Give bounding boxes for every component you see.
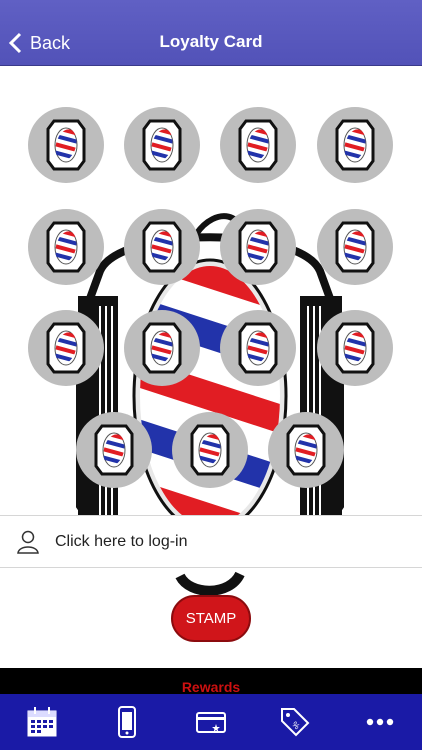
tab-bar: % bbox=[0, 694, 422, 750]
tab-tag[interactable]: % bbox=[265, 700, 325, 744]
card-icon bbox=[195, 712, 226, 733]
barber-pole-icon bbox=[335, 322, 375, 374]
barber-pole-icon bbox=[335, 221, 375, 273]
stamp-slot[interactable] bbox=[124, 209, 200, 285]
barber-pole-icon bbox=[142, 221, 182, 273]
login-label: Click here to log-in bbox=[55, 532, 188, 550]
tab-calendar[interactable] bbox=[12, 700, 72, 744]
barber-pole-icon bbox=[335, 119, 375, 171]
page-title: Loyalty Card bbox=[159, 32, 263, 51]
login-row[interactable]: Click here to log-in bbox=[0, 515, 422, 568]
stamp-slot[interactable] bbox=[317, 209, 393, 285]
tag-icon: % bbox=[281, 708, 310, 737]
tab-more[interactable] bbox=[350, 700, 410, 744]
stamp-slot[interactable] bbox=[124, 310, 200, 386]
stamp-slot[interactable] bbox=[268, 412, 344, 488]
stamp-button[interactable]: STAMP bbox=[171, 595, 251, 642]
stamp-slot[interactable] bbox=[220, 107, 296, 183]
stamp-slot[interactable] bbox=[28, 209, 104, 285]
user-icon bbox=[17, 530, 39, 554]
rewards-bar[interactable]: Rewards bbox=[0, 668, 422, 694]
barber-pole-icon bbox=[46, 322, 86, 374]
barber-pole-icon bbox=[190, 424, 230, 476]
barber-pole-icon bbox=[238, 322, 278, 374]
barber-pole-icon bbox=[238, 221, 278, 273]
tab-card[interactable] bbox=[181, 700, 241, 744]
barber-pole-icon bbox=[286, 424, 326, 476]
barber-pole-icon bbox=[238, 119, 278, 171]
barber-pole-icon bbox=[46, 221, 86, 273]
stamp-slot[interactable] bbox=[28, 310, 104, 386]
tab-phone[interactable] bbox=[97, 700, 157, 744]
more-icon bbox=[366, 718, 393, 726]
stamp-slot[interactable] bbox=[28, 107, 104, 183]
barber-pole-icon bbox=[142, 322, 182, 374]
stamp-slot[interactable] bbox=[220, 209, 296, 285]
stamp-slot[interactable] bbox=[124, 107, 200, 183]
barber-pole-icon bbox=[94, 424, 134, 476]
stamp-slot[interactable] bbox=[172, 412, 248, 488]
calendar-icon bbox=[27, 707, 57, 737]
stamp-slot[interactable] bbox=[76, 412, 152, 488]
stamp-slot[interactable] bbox=[317, 107, 393, 183]
barber-pole-icon bbox=[46, 119, 86, 171]
barber-pole-icon bbox=[142, 119, 182, 171]
rewards-label: Rewards bbox=[181, 679, 241, 694]
nav-bar: Back Loyalty Card bbox=[0, 0, 422, 66]
stamp-slot[interactable] bbox=[317, 310, 393, 386]
phone-icon bbox=[117, 706, 136, 738]
stamp-slot[interactable] bbox=[220, 310, 296, 386]
